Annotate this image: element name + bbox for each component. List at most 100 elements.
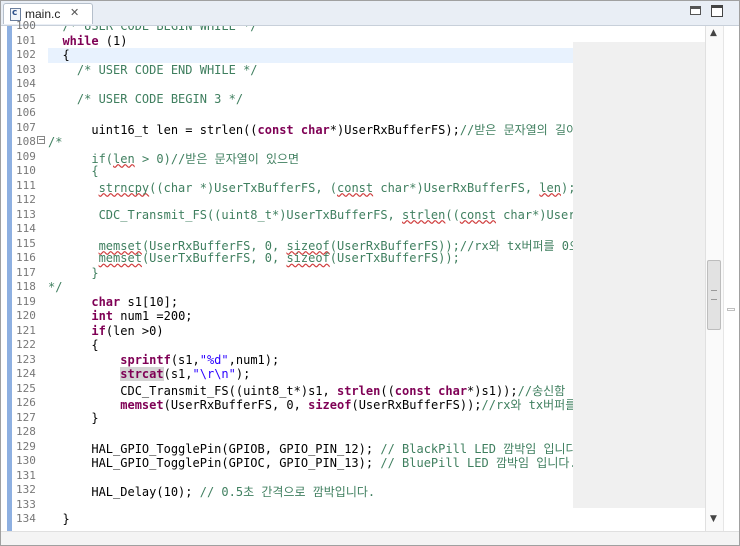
code-token: ,num1); (228, 352, 280, 367)
code-line[interactable]: /* (48, 135, 62, 150)
line-number: 109 (16, 149, 36, 163)
maximize-icon[interactable] (711, 5, 723, 17)
scroll-up-arrow-icon[interactable]: ▲ (710, 28, 717, 38)
code-line[interactable]: memset(UserRxBufferFS, 0, sizeof(UserRxB… (48, 396, 573, 412)
code-token: strlen (402, 207, 446, 222)
code-token: char*)UserTxBu (503, 207, 573, 222)
code-line[interactable]: CDC_Transmit_FS((uint8_t*)UserTxBufferFS… (48, 208, 573, 223)
ruler-mark (727, 308, 735, 311)
code-token: sizeof (286, 251, 330, 265)
code-line[interactable]: sprintf(s1,"%d",num1); (48, 353, 279, 368)
fold-toggle-icon[interactable]: − (37, 136, 45, 144)
code-line[interactable]: /* USER CODE END WHILE */ (48, 63, 258, 78)
code-line[interactable]: } (48, 265, 99, 281)
line-number: 103 (16, 62, 36, 76)
code-token: } (48, 410, 99, 425)
code-token: // 0.5초 간격으로 깜박입니다. (199, 485, 376, 499)
line-number: 102 (16, 48, 36, 61)
line-number: 133 (16, 497, 36, 511)
code-token: */ (48, 280, 63, 294)
code-editor[interactable]: 100 101 102 103 104 105 106 107 108 109 110 111 112 1… (1, 19, 739, 545)
code-token: sprintf (120, 352, 171, 367)
tab-close-icon[interactable]: ✕ (70, 6, 79, 19)
code-line[interactable]: CDC_Transmit_FS((uint8_t*)s1, strlen((co… (48, 382, 565, 398)
code-line[interactable]: int num1 =200; (48, 309, 192, 324)
code-token: HAL_Delay(10); (48, 485, 200, 499)
code-token: (UserRxBufferFS)); (351, 398, 482, 412)
code-token: (( (445, 207, 460, 222)
line-number: 127 (16, 410, 36, 424)
line-number: 131 (16, 468, 36, 482)
code-token: int (91, 309, 114, 323)
code-line[interactable]: if(len > 0)//받은 문자열이 있으면 (48, 150, 299, 166)
code-token: );//받은 (560, 180, 573, 195)
code-line[interactable]: } (48, 410, 99, 426)
code-line[interactable]: memset(UserRxBufferFS, 0, sizeof(UserRxB… (48, 237, 573, 253)
code-line[interactable]: char s1[10]; (48, 295, 178, 310)
code-token: sizeof (308, 398, 352, 412)
code-line[interactable]: } (48, 512, 70, 527)
code-line[interactable]: { (48, 48, 70, 63)
overview-panel (573, 42, 705, 508)
code-token: { (48, 48, 70, 62)
line-number: 117 (16, 265, 36, 279)
code-token: } (48, 512, 70, 526)
scroll-down-arrow-icon[interactable]: ▼ (710, 514, 717, 524)
code-token: ((char *)UserTxBufferFS, ( (149, 180, 337, 195)
code-token: while (62, 33, 99, 48)
line-number: 126 (16, 396, 36, 409)
code-token: memset (120, 398, 164, 412)
line-number: 107 (16, 120, 36, 134)
code-token: uint16_t len = strlen(( (48, 122, 258, 137)
line-number: 116 (16, 251, 36, 264)
code-token: "%d" (199, 352, 229, 367)
scrollbar-thumb[interactable] (707, 260, 721, 330)
code-token: CDC_Transmit_FS((uint8_t*)UserTxBufferFS… (48, 207, 403, 222)
line-number: 101 (16, 33, 36, 47)
line-number: 134 (16, 512, 36, 525)
code-line[interactable]: memset(UserTxBufferFS, 0, sizeof(UserTxB… (48, 251, 460, 266)
code-token: } (48, 265, 99, 280)
code-token: strncpy (98, 180, 150, 195)
code-line[interactable]: strncpy((char *)UserTxBufferFS, (const c… (48, 179, 573, 195)
code-line[interactable]: if(len >0) (48, 323, 164, 339)
code-line[interactable]: { (48, 338, 98, 353)
line-number: 128 (16, 425, 36, 438)
code-line[interactable]: HAL_GPIO_TogglePin(GPIOB, GPIO_PIN_12); … (48, 440, 573, 456)
code-line[interactable]: { (48, 164, 99, 179)
code-line[interactable]: HAL_GPIO_TogglePin(GPIOC, GPIO_PIN_13); … (48, 454, 573, 470)
code-token: if (91, 323, 106, 338)
line-number: 122 (16, 338, 36, 351)
code-token: /* USER CODE END WHILE */ (48, 62, 258, 77)
code-line[interactable]: */ (48, 280, 62, 295)
code-token: char (91, 294, 121, 309)
line-number: 110 (16, 164, 36, 177)
code-token: /* (48, 135, 63, 149)
line-number: 104 (16, 77, 36, 90)
line-number: 118 (16, 280, 36, 293)
horizontal-scrollbar[interactable] (1, 531, 739, 545)
code-token: HAL_GPIO_TogglePin(GPIOC, GPIO_PIN_13); (48, 456, 381, 470)
code-area[interactable]: /* USER CODE BEGIN WHILE */ while (1) { … (48, 26, 573, 531)
line-number: 114 (16, 222, 36, 235)
code-line[interactable]: /* USER CODE BEGIN 3 */ (48, 92, 243, 107)
overview-ruler[interactable] (723, 26, 738, 531)
vertical-scrollbar[interactable]: ▲ ▼ (705, 26, 723, 531)
code-token: { (48, 164, 99, 178)
code-token: (len >0) (105, 323, 164, 338)
code-token: const char (257, 122, 330, 137)
line-number: 125 (16, 381, 36, 395)
line-number: 124 (16, 367, 36, 380)
minimize-icon[interactable] (690, 6, 701, 15)
code-token: //받은 문자열의 길이를 반환 (459, 122, 573, 137)
code-line[interactable]: HAL_Delay(10); // 0.5초 간격으로 깜박입니다. (48, 483, 376, 499)
code-token: (UserTxBufferFS, 0, (141, 251, 287, 265)
code-token: *)UserRxBufferFS); (329, 122, 460, 137)
code-line[interactable]: /* USER CODE BEGIN WHILE */ (48, 26, 257, 34)
code-line[interactable]: strcat(s1,"\r\n"); (48, 367, 250, 382)
code-line[interactable]: while (1) (48, 34, 127, 49)
code-line[interactable]: uint16_t len = strlen((const char*)UserR… (48, 121, 573, 137)
editor-tab-bar: c main.c ✕ (1, 1, 739, 26)
line-number: 120 (16, 309, 36, 322)
